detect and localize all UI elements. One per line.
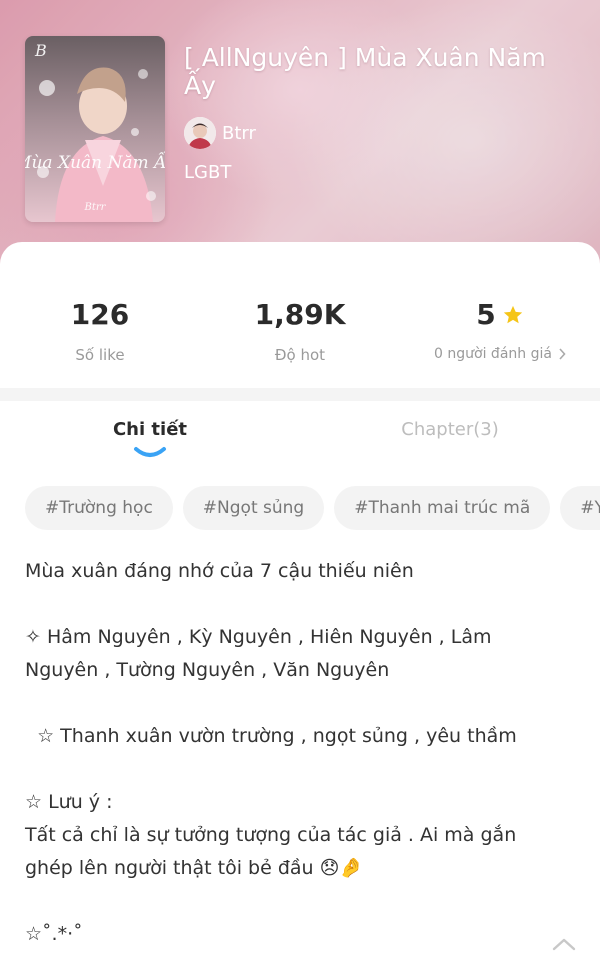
description-spacer — [25, 753, 545, 786]
likes-count: 126 — [70, 298, 130, 331]
cover-signature-text: Btrr — [84, 202, 107, 213]
active-tab-indicator — [134, 447, 166, 457]
stat-rating[interactable]: 5 0 người đánh giá — [400, 296, 600, 362]
stats-row: 126 Số like 1,89K Độ hot 5 0 người đánh … — [0, 242, 600, 388]
description-line: ✧ Hâm Nguyên , Kỳ Nguyên , Hiên Nguyên ,… — [25, 626, 498, 681]
star-icon — [503, 305, 522, 324]
description-line: ☆˚.*·˚ — [25, 923, 83, 945]
author-avatar — [184, 117, 216, 149]
rating-value: 5 — [476, 298, 496, 331]
description-spacer — [25, 588, 545, 621]
rating-label-group[interactable]: 0 người đánh giá — [400, 346, 600, 362]
description-line: ☆ Lưu ý : — [25, 791, 113, 813]
section-divider — [0, 388, 600, 401]
description-line: Mùa xuân đáng nhớ của 7 cậu thiếu niên — [25, 560, 414, 582]
rating-count-label: 0 người đánh giá — [434, 346, 552, 362]
stat-likes: 126 Số like — [0, 296, 200, 364]
tag-chip[interactable]: #Yêu — [560, 486, 600, 530]
stat-hot: 1,89K Độ hot — [200, 296, 400, 364]
story-title: [ AllNguyên ] Mùa Xuân Năm Ấy — [184, 43, 546, 100]
tag-chip[interactable]: #Ngọt sủng — [182, 486, 325, 530]
hot-label: Độ hot — [274, 346, 326, 364]
tab-chapters[interactable]: Chapter(3) — [300, 419, 600, 440]
story-cover-image: B Mùa Xuân Năm Ấy Btrr — [25, 36, 165, 222]
description-line: Tất cả chỉ là sự tưởng tượng của tác giả… — [25, 824, 523, 879]
likes-label: Số like — [75, 346, 125, 364]
chevron-right-icon — [559, 348, 566, 360]
chevron-up-icon[interactable] — [550, 930, 578, 958]
description-spacer — [25, 687, 545, 720]
hot-count: 1,89K — [254, 298, 346, 331]
description-spacer — [25, 885, 545, 918]
author-link[interactable]: Btrr — [184, 116, 256, 150]
story-genre[interactable]: LGBT — [184, 162, 231, 183]
tab-bar: Chi tiết Chapter(3) — [0, 401, 600, 471]
description-line: ☆ Thanh xuân vườn trường , ngọt sủng , y… — [25, 725, 517, 747]
story-description: Mùa xuân đáng nhớ của 7 cậu thiếu niên ✧… — [25, 555, 545, 951]
rating-value-group: 5 — [400, 296, 600, 334]
tab-details[interactable]: Chi tiết — [0, 419, 300, 440]
tag-chip[interactable]: #Trường học — [25, 486, 173, 530]
tag-list: #Trường học #Ngọt sủng #Thanh mai trúc mã #… — [25, 486, 600, 530]
tag-chip[interactable]: #Thanh mai trúc mã — [334, 486, 551, 530]
story-detail-card: 126 Số like 1,89K Độ hot 5 0 người đánh … — [0, 242, 600, 970]
cover-title-text: Mùa Xuân Năm Ấy — [25, 150, 165, 173]
svg-text:B: B — [34, 41, 47, 60]
author-name: Btrr — [222, 122, 256, 144]
